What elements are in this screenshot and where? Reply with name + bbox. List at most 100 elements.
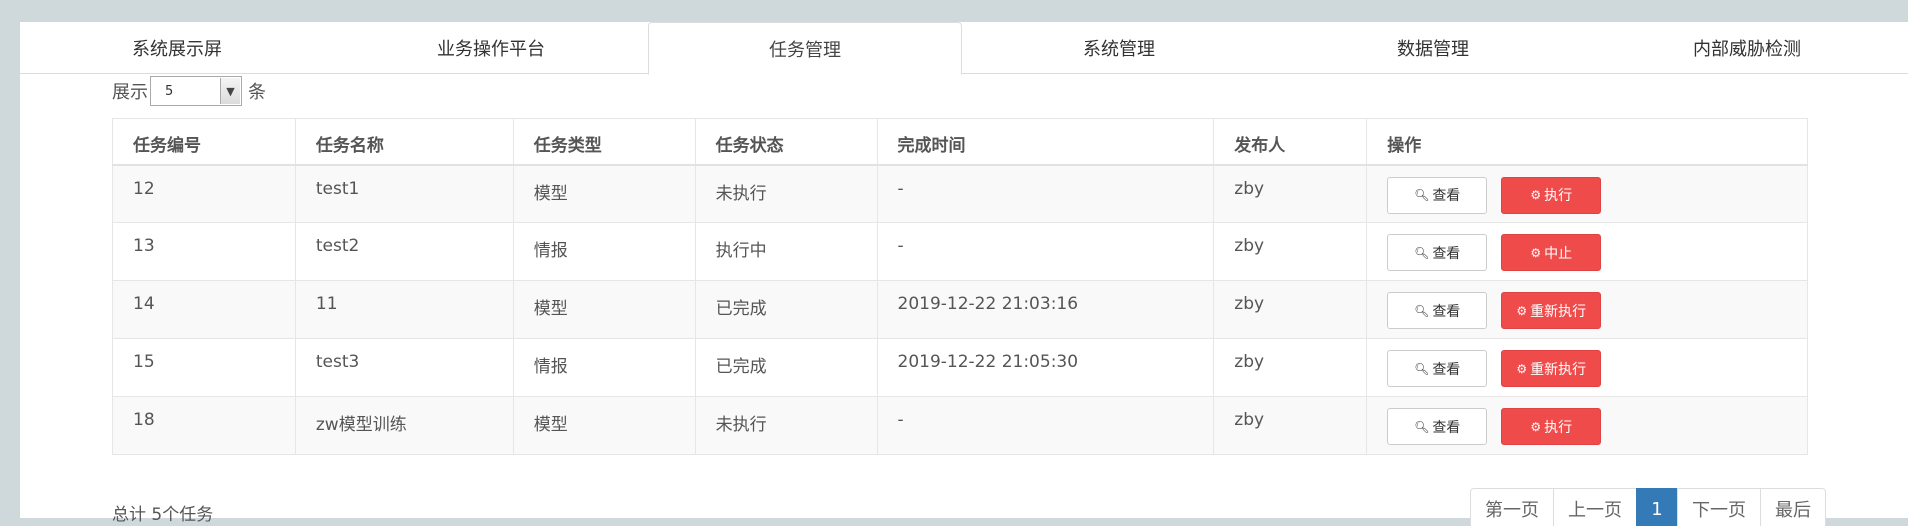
cell-actions: 🔍︎ 查看 ⚙ 重新执行 [1366, 338, 1808, 397]
header-actions: 操作 [1366, 118, 1808, 166]
view-button[interactable]: 🔍︎ 查看 [1387, 408, 1488, 445]
table-row: 14 11 模型 已完成 2019-12-22 21:03:16 zby 🔍︎ 查… [112, 280, 1808, 339]
re-execute-button[interactable]: ⚙ 重新执行 [1501, 292, 1602, 329]
cell-task-status: 执行中 [694, 222, 878, 281]
header-finish-time: 完成时间 [876, 118, 1215, 166]
header-task-name: 任务名称 [294, 118, 514, 166]
abort-button-label: 中止 [1544, 245, 1573, 262]
gear-icon: ⚙ [1530, 188, 1542, 202]
tab-insider-threat[interactable]: 内部威胁检测 [1590, 22, 1904, 74]
main-panel: 系统展示屏 业务操作平台 任务管理 系统管理 数据管理 内部威胁检测 展示 5 … [20, 22, 1908, 526]
tab-business-platform[interactable]: 业务操作平台 [334, 22, 648, 74]
cell-finish-time: - [876, 396, 1215, 455]
abort-button[interactable]: ⚙ 中止 [1501, 234, 1602, 271]
cell-task-name: test1 [294, 164, 514, 223]
cell-publisher: zby [1213, 280, 1368, 339]
cell-task-type: 情报 [512, 222, 696, 281]
table-header-row: 任务编号 任务名称 任务类型 任务状态 完成时间 发布人 操作 [112, 118, 1808, 166]
header-task-status: 任务状态 [694, 118, 878, 166]
pagination-first[interactable]: 第一页 [1470, 488, 1554, 526]
gear-icon: ⚙ [1530, 245, 1542, 260]
cell-task-name: test3 [294, 338, 514, 397]
task-total-count: 总计 5个任务 [112, 505, 214, 525]
cell-actions: 🔍︎ 查看 ⚙ 执行 [1366, 396, 1808, 455]
view-button-label: 查看 [1432, 419, 1461, 436]
search-icon: 🔍︎ [1414, 419, 1430, 434]
re-execute-button-label: 重新执行 [1530, 303, 1587, 320]
view-button-label: 查看 [1432, 188, 1461, 204]
re-execute-button[interactable]: ⚙ 重新执行 [1501, 350, 1602, 387]
gear-icon: ⚙ [1516, 303, 1528, 318]
cell-task-status: 已完成 [694, 338, 878, 397]
cell-task-type: 模型 [512, 280, 696, 339]
gear-icon: ⚙ [1516, 361, 1528, 376]
cell-finish-time: 2019-12-22 21:05:30 [876, 338, 1215, 397]
execute-button[interactable]: ⚙ 执行 [1501, 176, 1602, 214]
search-icon: 🔍︎ [1414, 361, 1430, 376]
cell-task-status: 未执行 [694, 396, 878, 455]
view-button[interactable]: 🔍︎ 查看 [1387, 176, 1488, 214]
cell-finish-time: 2019-12-22 21:03:16 [876, 280, 1215, 339]
header-task-id: 任务编号 [112, 118, 296, 166]
gear-icon: ⚙ [1530, 419, 1542, 434]
page-size-select[interactable]: 5 ▼ [150, 76, 242, 106]
header-task-type: 任务类型 [512, 118, 696, 166]
pagination-last[interactable]: 最后 [1760, 488, 1826, 526]
search-icon: 🔍︎ [1414, 188, 1430, 202]
cell-publisher: zby [1213, 164, 1368, 223]
page-size-value: 5 [165, 83, 174, 99]
cell-task-name: test2 [294, 222, 514, 281]
execute-button-label: 执行 [1544, 188, 1573, 204]
cell-finish-time: - [876, 222, 1215, 281]
view-button-label: 查看 [1432, 361, 1461, 378]
cell-publisher: zby [1213, 338, 1368, 397]
header-publisher: 发布人 [1213, 118, 1368, 166]
page-size-suffix: 条 [248, 82, 266, 103]
cell-actions: 🔍︎ 查看 ⚙ 执行 [1366, 164, 1808, 223]
cell-task-status: 未执行 [694, 164, 878, 223]
cell-actions: 🔍︎ 查看 ⚙ 重新执行 [1366, 280, 1808, 339]
tab-task-management[interactable]: 任务管理 [648, 22, 962, 75]
table-row: 15 test3 情报 已完成 2019-12-22 21:05:30 zby … [112, 338, 1808, 397]
cell-publisher: zby [1213, 222, 1368, 281]
view-button-label: 查看 [1432, 303, 1461, 320]
cell-publisher: zby [1213, 396, 1368, 455]
cell-task-id: 12 [112, 164, 296, 223]
pagination-prev[interactable]: 上一页 [1553, 488, 1637, 526]
cell-task-id: 18 [112, 396, 296, 455]
re-execute-button-label: 重新执行 [1530, 361, 1587, 378]
table-row: 18 zw模型训练 模型 未执行 - zby 🔍︎ 查看 ⚙ 执行 [112, 396, 1808, 455]
cell-task-name: 11 [294, 280, 514, 339]
cell-task-name: zw模型训练 [294, 396, 514, 455]
view-button[interactable]: 🔍︎ 查看 [1387, 234, 1488, 271]
tab-system-display[interactable]: 系统展示屏 [20, 22, 334, 74]
chevron-down-icon[interactable]: ▼ [220, 78, 240, 104]
search-icon: 🔍︎ [1414, 245, 1430, 260]
execute-button[interactable]: ⚙ 执行 [1501, 408, 1602, 445]
cell-task-type: 模型 [512, 164, 696, 223]
page-size-control: 展示 5 ▼ 条 [112, 76, 266, 106]
tab-data-management[interactable]: 数据管理 [1276, 22, 1590, 74]
table-row: 12 test1 模型 未执行 - zby 🔍︎ 查看 ⚙ 执行 [112, 164, 1808, 223]
pagination-next[interactable]: 下一页 [1677, 488, 1761, 526]
pagination: 第一页 上一页 1 下一页 最后 [1470, 488, 1826, 526]
cell-task-type: 模型 [512, 396, 696, 455]
page-size-prefix: 展示 [112, 82, 148, 103]
cell-finish-time: - [876, 164, 1215, 223]
cell-task-id: 13 [112, 222, 296, 281]
view-button-label: 查看 [1432, 245, 1461, 262]
view-button[interactable]: 🔍︎ 查看 [1387, 350, 1488, 387]
cell-task-type: 情报 [512, 338, 696, 397]
nav-tabs: 系统展示屏 业务操作平台 任务管理 系统管理 数据管理 内部威胁检测 [20, 22, 1908, 75]
cell-task-status: 已完成 [694, 280, 878, 339]
view-button[interactable]: 🔍︎ 查看 [1387, 292, 1488, 329]
cell-task-id: 14 [112, 280, 296, 339]
cell-task-id: 15 [112, 338, 296, 397]
cell-actions: 🔍︎ 查看 ⚙ 中止 [1366, 222, 1808, 281]
tab-system-management[interactable]: 系统管理 [962, 22, 1276, 74]
pagination-current-page[interactable]: 1 [1636, 488, 1678, 526]
search-icon: 🔍︎ [1414, 303, 1430, 318]
task-table: 任务编号 任务名称 任务类型 任务状态 完成时间 发布人 操作 12 test1… [112, 118, 1808, 455]
table-row: 13 test2 情报 执行中 - zby 🔍︎ 查看 ⚙ 中止 [112, 222, 1808, 281]
execute-button-label: 执行 [1544, 419, 1573, 436]
